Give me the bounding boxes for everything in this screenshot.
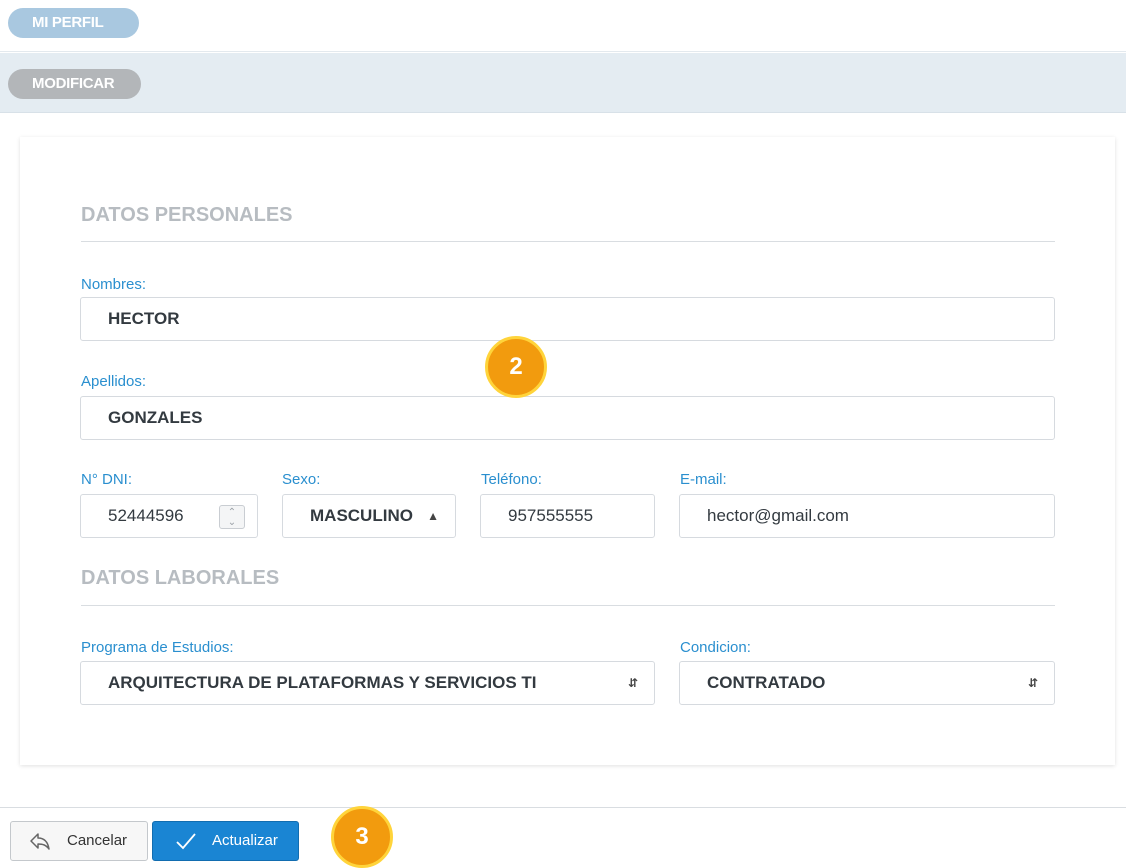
programa-label: Programa de Estudios: bbox=[81, 639, 234, 656]
sexo-sort-icon: ▲︎ bbox=[427, 509, 439, 523]
personal-section-title: DATOS PERSONALES bbox=[81, 204, 293, 226]
apellidos-value: GONZALES bbox=[108, 408, 203, 427]
annotation-badge-2: 2 bbox=[485, 336, 547, 398]
footer-divider bbox=[0, 807, 1126, 808]
apellidos-label: Apellidos: bbox=[81, 373, 147, 390]
dni-value: 52444596 bbox=[108, 506, 184, 525]
update-label: Actualizar bbox=[212, 832, 278, 849]
cancel-label: Cancelar bbox=[67, 832, 128, 849]
dni-input[interactable]: 52444596 ⌃ ⌄ bbox=[80, 494, 258, 538]
programa-value: ARQUITECTURA DE PLATAFORMAS Y SERVICIOS … bbox=[108, 673, 537, 692]
email-input[interactable]: hector@gmail.com bbox=[679, 494, 1055, 538]
profile-header-bar: MI PERFIL bbox=[0, 0, 1126, 52]
sexo-select[interactable]: MASCULINO ▲︎ bbox=[282, 494, 456, 538]
programa-sort-icon: ⇵ bbox=[627, 676, 638, 690]
reply-icon bbox=[29, 822, 51, 868]
annotation-badge-3: 3 bbox=[331, 806, 393, 868]
modify-header-bar: MODIFICAR bbox=[0, 53, 1126, 113]
laboral-section-divider bbox=[81, 605, 1055, 606]
nombres-value: HECTOR bbox=[108, 309, 180, 328]
condicion-label: Condicion: bbox=[680, 639, 751, 656]
update-button[interactable]: Actualizar bbox=[152, 821, 299, 861]
profile-pill[interactable]: MI PERFIL bbox=[8, 8, 139, 38]
condicion-sort-icon: ⇵ bbox=[1027, 676, 1038, 690]
sexo-value: MASCULINO bbox=[310, 506, 413, 525]
sexo-label: Sexo: bbox=[282, 471, 321, 488]
telefono-label: Teléfono: bbox=[481, 471, 542, 488]
telefono-input[interactable]: 957555555 bbox=[480, 494, 655, 538]
email-value: hector@gmail.com bbox=[707, 506, 849, 525]
dni-label: N° DNI: bbox=[81, 471, 132, 488]
programa-select[interactable]: ARQUITECTURA DE PLATAFORMAS Y SERVICIOS … bbox=[80, 661, 655, 705]
nombres-label: Nombres: bbox=[81, 276, 147, 293]
personal-section-divider bbox=[81, 241, 1055, 242]
condicion-select[interactable]: CONTRATADO ⇵ bbox=[679, 661, 1055, 705]
modify-pill: MODIFICAR bbox=[8, 69, 141, 99]
nombres-input[interactable]: HECTOR bbox=[80, 297, 1055, 341]
telefono-value: 957555555 bbox=[508, 506, 594, 525]
profile-edit-page: MI PERFIL MODIFICAR DATOS PERSONALES Nom… bbox=[0, 0, 1126, 868]
cancel-button[interactable]: Cancelar bbox=[10, 821, 148, 861]
apellidos-input[interactable]: GONZALES bbox=[80, 396, 1055, 440]
check-icon bbox=[175, 822, 197, 868]
dni-spinner-icon[interactable]: ⌃ ⌄ bbox=[219, 505, 245, 529]
laboral-section-title: DATOS LABORALES bbox=[81, 567, 280, 589]
condicion-value: CONTRATADO bbox=[707, 673, 826, 692]
email-label: E-mail: bbox=[680, 471, 727, 488]
